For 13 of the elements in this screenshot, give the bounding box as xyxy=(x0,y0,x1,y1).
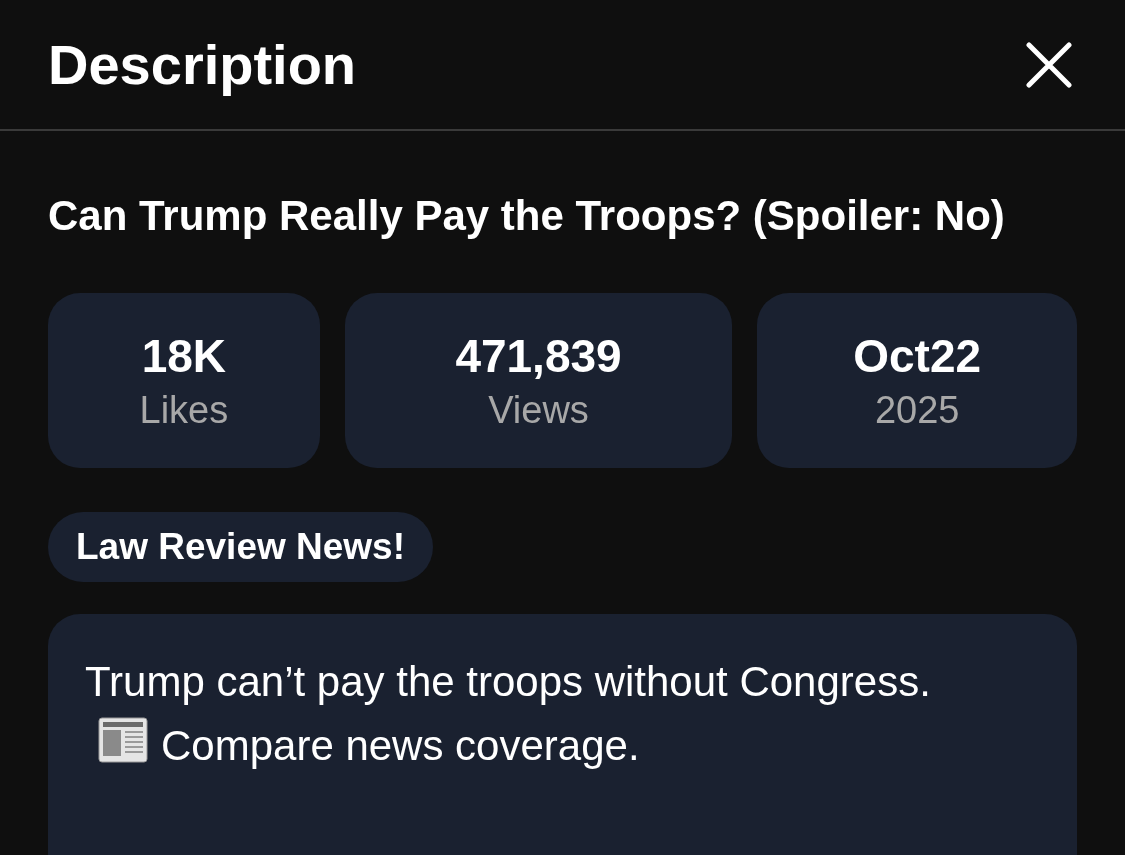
panel-title: Description xyxy=(48,31,357,98)
video-title: Can Trump Really Pay the Troops? (Spoiler: No) xyxy=(48,191,1006,241)
stat-value: Oct22 xyxy=(853,328,982,384)
category-chip[interactable]: Law Review News! xyxy=(48,512,433,582)
description-text: Trump can’t pay the troops without Congress. xyxy=(85,658,931,705)
stat-label: 2025 xyxy=(874,387,960,433)
description-text: Compare news coverage. xyxy=(161,722,640,769)
stat-value: 471,839 xyxy=(455,328,622,384)
close-icon xyxy=(1026,41,1072,88)
stat-label: Likes xyxy=(139,387,229,433)
stat-label: Views xyxy=(488,387,589,433)
stat-value: 18K xyxy=(141,328,227,384)
newspaper-icon xyxy=(97,714,149,766)
